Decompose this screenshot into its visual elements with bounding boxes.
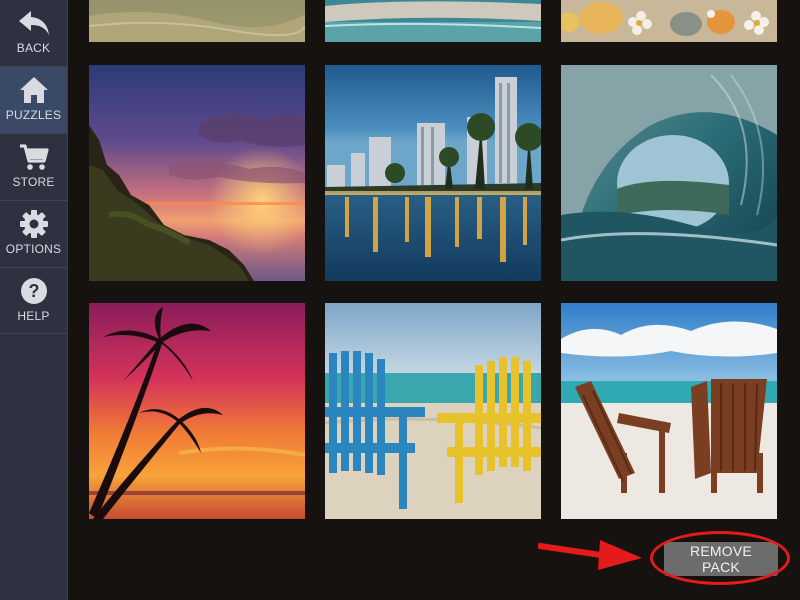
puzzle-tile-cliff-sunset[interactable] (89, 65, 305, 281)
puzzle-tile-ocean-wave-tube[interactable] (561, 65, 777, 281)
red-arrow-icon (538, 540, 642, 570)
sidebar: BACK PUZZLES STORE OPTIONS ? HELP (0, 0, 68, 600)
divider (0, 333, 67, 334)
puzzles-label: PUZZLES (5, 108, 62, 122)
puzzles-button[interactable]: PUZZLES (0, 67, 67, 133)
help-label: HELP (17, 309, 50, 323)
puzzle-tile-beach-chairs-blue-yellow[interactable] (325, 303, 541, 519)
options-label: OPTIONS (5, 242, 62, 256)
puzzle-tile-seashells-flowers[interactable] (561, 0, 777, 42)
back-button[interactable]: BACK (0, 0, 67, 66)
back-arrow-icon (16, 8, 52, 38)
store-label: STORE (12, 175, 55, 189)
remove-pack-button[interactable]: REMOVE PACK (664, 542, 778, 576)
cart-icon (18, 142, 50, 172)
puzzle-tile-beach-shoreline[interactable] (325, 0, 541, 42)
options-button[interactable]: OPTIONS (0, 201, 67, 267)
back-label: BACK (16, 41, 51, 55)
home-icon (18, 75, 50, 105)
puzzle-tile-beach-shallow-water[interactable] (89, 0, 305, 42)
store-button[interactable]: STORE (0, 134, 67, 200)
puzzle-tile-city-waterfront-night[interactable] (325, 65, 541, 281)
puzzle-tile-palm-tree-sunset[interactable] (89, 303, 305, 519)
svg-text:?: ? (28, 281, 39, 301)
help-button[interactable]: ? HELP (0, 268, 67, 334)
question-icon: ? (19, 276, 49, 306)
gear-icon (19, 209, 49, 239)
puzzle-tile-beach-chairs-wooden[interactable] (561, 303, 777, 519)
